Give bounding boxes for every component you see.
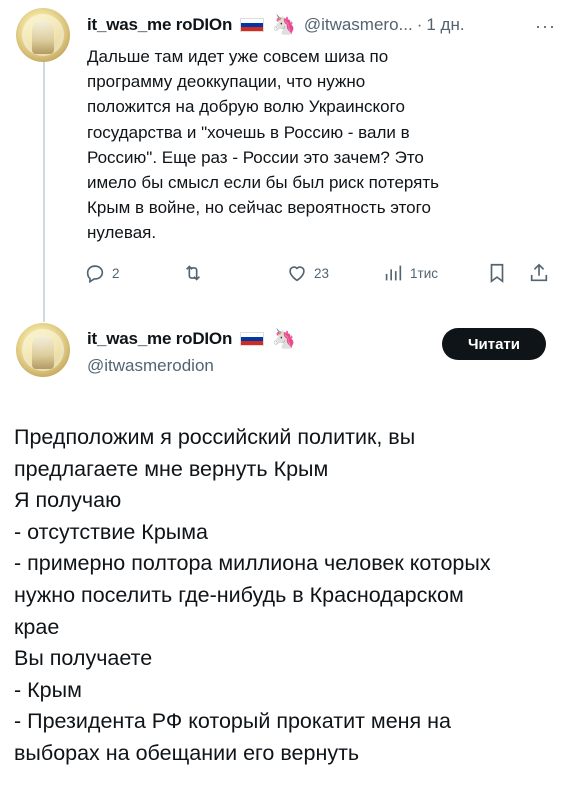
unicorn-icon: 🦄 — [272, 14, 296, 36]
unicorn-icon: 🦄 — [272, 328, 296, 350]
text-line: - примерно полтора миллиона человек кото… — [14, 551, 491, 576]
russia-flag-icon — [240, 18, 265, 32]
thread-line — [43, 60, 45, 322]
reply-button[interactable]: 2 — [84, 262, 120, 284]
more-options-icon[interactable]: ··· — [535, 16, 556, 37]
action-bar: 2 23 1тис — [84, 262, 564, 288]
text-line: выборах на обещании его вернуть — [14, 740, 360, 765]
text-line: нужно поселить где-нибудь в Краснодарско… — [14, 582, 464, 607]
avatar[interactable] — [16, 8, 70, 62]
views-icon — [385, 265, 402, 281]
text-line: Предположим я российский политик, вы — [14, 425, 416, 449]
like-button[interactable]: 23 — [286, 262, 329, 284]
text-line: предлагаете мне вернуть Крым — [14, 456, 329, 481]
avatar-figure — [32, 335, 54, 369]
bookmark-icon — [490, 263, 504, 283]
repost-button[interactable] — [182, 262, 210, 284]
share-icon — [530, 263, 548, 282]
text-line: - отсутствие Крыма — [14, 519, 208, 544]
heart-icon — [289, 266, 305, 282]
views-count: 1тис — [410, 265, 438, 281]
handle[interactable]: @itwasmero... — [304, 15, 413, 35]
text-line: крае — [14, 614, 60, 639]
reply-icon — [86, 265, 104, 284]
tweet-text: Предположим я российский политик, вы пре… — [14, 422, 564, 770]
avatar-figure — [32, 20, 54, 54]
text-line: Вы получаете — [14, 646, 153, 671]
read-button[interactable]: Читати — [442, 328, 546, 360]
share-button[interactable] — [528, 262, 550, 284]
tweet1-header: it_was_me roDIOn 🦄 @itwasmero... · 1 дн. — [87, 15, 465, 35]
like-count: 23 — [314, 265, 330, 281]
text-line: - Крым — [14, 677, 82, 702]
tweet2-header: it_was_me roDIOn 🦄 — [87, 329, 296, 349]
bookmark-button[interactable] — [486, 262, 508, 284]
repost-icon — [185, 265, 201, 281]
timestamp[interactable]: 1 дн. — [426, 15, 464, 35]
views-button[interactable]: 1тис — [382, 262, 438, 284]
handle[interactable]: @itwasmerodion — [87, 356, 214, 376]
text-line: - Президента РФ который прокатит меня на — [14, 709, 451, 734]
separator-dot: · — [416, 15, 423, 34]
avatar[interactable] — [16, 323, 70, 377]
text-line: Я получаю — [14, 488, 122, 513]
russia-flag-icon — [240, 332, 265, 346]
reply-count: 2 — [112, 265, 120, 281]
display-name[interactable]: it_was_me roDIOn — [87, 15, 232, 35]
display-name[interactable]: it_was_me roDIOn — [87, 329, 232, 349]
tweet-text: Дальше там идет уже совсем шиза по прогр… — [87, 47, 440, 243]
